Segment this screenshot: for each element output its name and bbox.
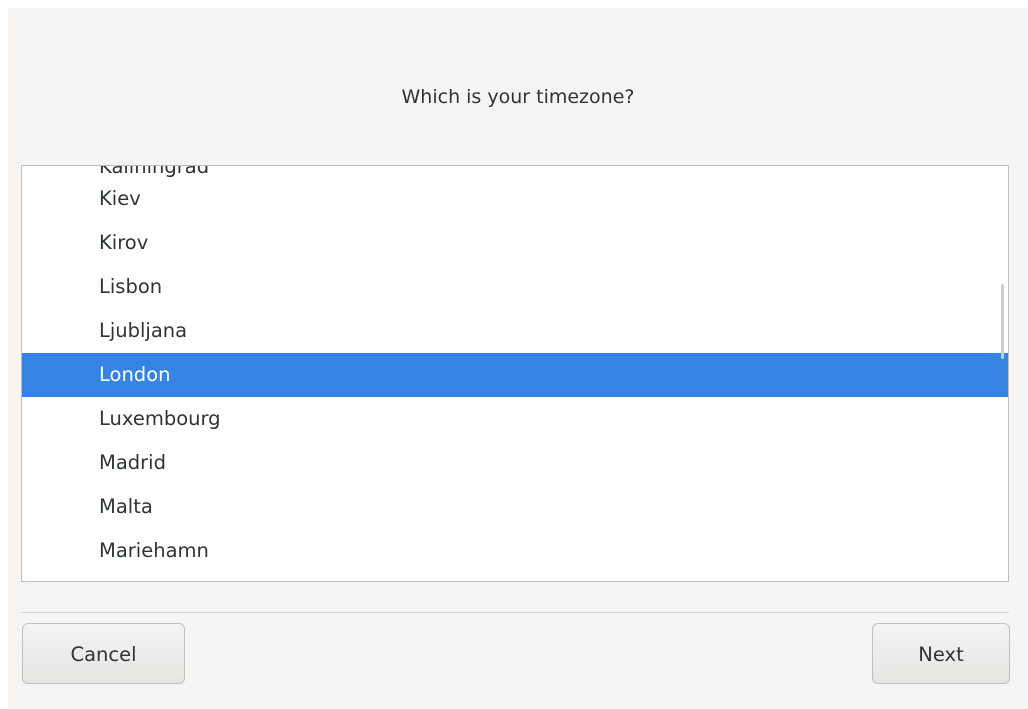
list-item-label: Malta [99,495,153,518]
list-item-label: Lisbon [99,275,163,298]
list-scrollbar[interactable] [1001,284,1004,359]
timezone-list[interactable]: Kaliningrad Kiev Kirov Lisbon Ljubljana … [21,165,1009,582]
list-item-london-selected[interactable]: London [22,353,1008,397]
list-item-label: Kiev [99,187,141,210]
list-item-label: Ljubljana [99,319,188,342]
cancel-button[interactable]: Cancel [22,623,185,684]
list-item-lisbon[interactable]: Lisbon [22,265,1008,309]
list-item-mariehamn[interactable]: Mariehamn [22,529,1008,573]
list-item-label: Luxembourg [99,407,221,430]
list-item-label: Mariehamn [99,539,209,562]
timezone-dialog: Which is your timezone? Kaliningrad Kiev… [8,8,1028,709]
list-item-kirov[interactable]: Kirov [22,221,1008,265]
action-separator [21,612,1009,613]
list-item-kiev[interactable]: Kiev [22,177,1008,221]
list-item-luxembourg[interactable]: Luxembourg [22,397,1008,441]
next-button[interactable]: Next [872,623,1010,684]
list-item-ljubljana[interactable]: Ljubljana [22,309,1008,353]
list-item-madrid[interactable]: Madrid [22,441,1008,485]
list-item-label: Madrid [99,451,166,474]
list-item-label: London [99,363,171,386]
list-item-malta[interactable]: Malta [22,485,1008,529]
list-item-label: Kirov [99,231,149,254]
page-title: Which is your timezone? [401,86,635,108]
